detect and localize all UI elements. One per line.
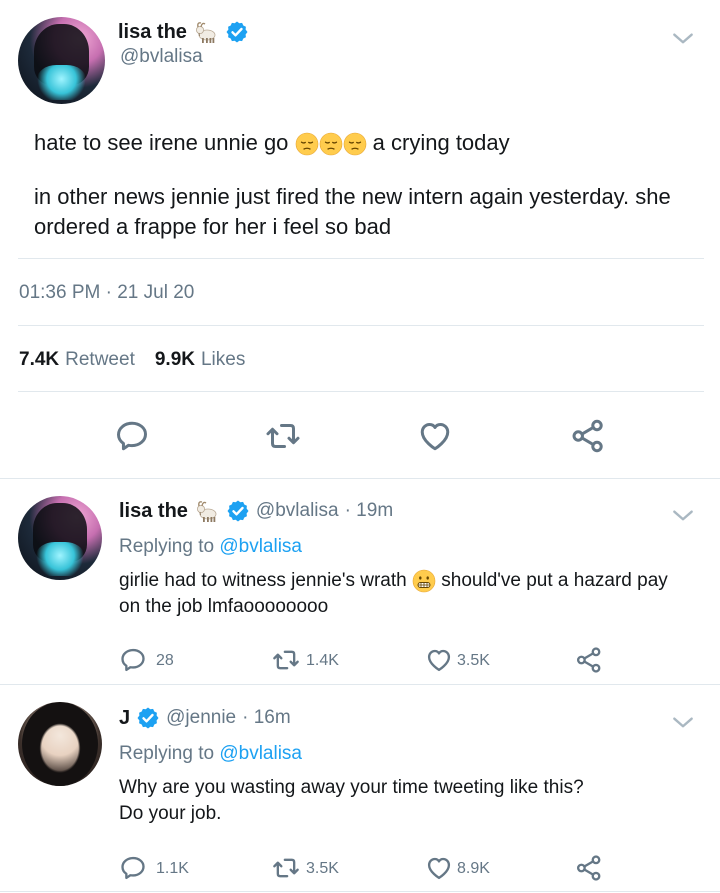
author-name-row: lisa the xyxy=(118,18,249,46)
retweet-count[interactable]: 7.4K xyxy=(19,349,59,371)
reply-actions: 28 1.4K 3.5K xyxy=(119,644,619,676)
verified-badge-icon xyxy=(136,706,160,730)
reply-actions: 1.1K 3.5K 8.9K xyxy=(119,852,619,884)
divider xyxy=(0,478,720,479)
reply-time[interactable]: · 19m xyxy=(345,500,394,522)
avatar-jennie[interactable] xyxy=(18,702,102,786)
pensive-face-emoji xyxy=(343,132,367,156)
like-icon[interactable] xyxy=(417,418,453,454)
retweet-icon[interactable] xyxy=(271,854,301,882)
goat-emoji xyxy=(194,498,220,524)
retweet-count: 1.4K xyxy=(306,652,339,669)
divider xyxy=(18,258,704,259)
reply-icon[interactable] xyxy=(119,854,147,882)
replying-to: Replying to @bvlalisa xyxy=(119,536,302,557)
divider xyxy=(0,684,720,685)
tweet-text-paragraph2: in other news jennie just fired the new … xyxy=(34,184,671,239)
reply-header: lisa the @bvlalisa · 19m xyxy=(119,497,393,525)
retweet-label[interactable]: Retweet xyxy=(65,349,135,371)
retweet-icon[interactable] xyxy=(271,646,301,674)
like-count[interactable]: 9.9K xyxy=(155,349,195,371)
share-icon[interactable] xyxy=(575,646,603,674)
verified-badge-icon xyxy=(225,20,249,44)
chevron-down-icon[interactable] xyxy=(670,26,696,52)
display-name[interactable]: lisa the xyxy=(119,500,188,523)
tweet-text: hate to see irene unnie go a crying toda… xyxy=(34,128,694,242)
chevron-down-icon[interactable] xyxy=(670,710,696,736)
share-icon[interactable] xyxy=(570,418,606,454)
like-icon[interactable] xyxy=(424,854,454,882)
likes-label[interactable]: Likes xyxy=(201,349,245,371)
tweet-stats: 7.4K Retweet 9.9K Likes xyxy=(19,349,245,371)
verified-badge-icon xyxy=(226,499,250,523)
chevron-down-icon[interactable] xyxy=(670,503,696,529)
like-count: 8.9K xyxy=(457,860,490,877)
author-handle[interactable]: @bvlalisa xyxy=(120,46,203,68)
reply-text: Why are you wasting away your time tweet… xyxy=(119,777,584,824)
avatar-lisa[interactable] xyxy=(18,496,102,580)
retweet-count: 3.5K xyxy=(306,860,339,877)
divider xyxy=(18,391,704,392)
like-icon[interactable] xyxy=(424,646,454,674)
reply-time[interactable]: · 16m xyxy=(242,707,291,729)
pensive-face-emoji xyxy=(319,132,343,156)
avatar-lisa[interactable] xyxy=(18,17,105,104)
divider xyxy=(0,891,720,892)
reply-text: girlie had to witness jennie's wrath sho… xyxy=(119,569,668,617)
reply-icon[interactable] xyxy=(114,418,150,454)
author-handle[interactable]: @bvlalisa xyxy=(256,500,339,522)
retweet-icon[interactable] xyxy=(265,418,301,454)
pensive-face-emoji xyxy=(295,132,319,156)
tweet-timestamp[interactable]: 01:36 PM · 21 Jul 20 xyxy=(19,282,194,304)
share-icon[interactable] xyxy=(575,854,603,882)
tweet-text-line1: hate to see irene unnie go a crying toda… xyxy=(34,130,510,156)
display-name[interactable]: lisa the xyxy=(118,21,187,44)
goat-emoji xyxy=(193,19,219,45)
replying-to-link[interactable]: @bvlalisa xyxy=(219,743,302,764)
replying-to: Replying to @bvlalisa xyxy=(119,743,302,764)
like-count: 3.5K xyxy=(457,652,490,669)
reply-icon[interactable] xyxy=(119,646,147,674)
grimacing-face-emoji xyxy=(412,569,436,593)
divider xyxy=(18,325,704,326)
reply-header: J @jennie · 16m xyxy=(119,704,291,732)
replying-to-link[interactable]: @bvlalisa xyxy=(219,536,302,557)
reply-count: 28 xyxy=(156,652,174,669)
reply-count: 1.1K xyxy=(156,860,189,877)
display-name[interactable]: J xyxy=(119,707,130,730)
author-handle[interactable]: @jennie xyxy=(166,707,236,729)
